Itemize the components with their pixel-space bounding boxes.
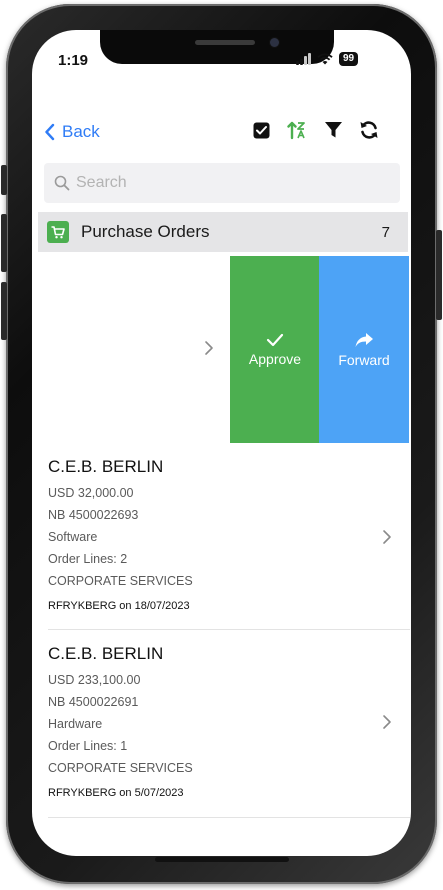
row-divider <box>48 817 410 818</box>
select-all-button[interactable] <box>250 119 272 141</box>
order-number: NB 4500022691 <box>48 695 139 709</box>
refresh-icon <box>360 121 378 139</box>
order-amount: USD 32,000.00 <box>48 486 134 500</box>
approve-label: Approve <box>248 350 302 367</box>
checkbox-icon <box>253 122 269 138</box>
silent-switch <box>1 165 7 195</box>
forward-button[interactable]: Forward <box>319 256 409 443</box>
section-header: Purchase Orders 7 <box>38 212 408 252</box>
order-requester: RFRYKBERG on 5/07/2023 <box>48 787 184 799</box>
forward-label: Forward <box>338 351 390 368</box>
signal-icon <box>296 53 311 65</box>
order-lines: Order Lines: 2 <box>48 552 128 566</box>
order-card[interactable]: C.E.B. BERLIN USD 233,100.00 NB 45000226… <box>38 630 410 818</box>
sort-icon <box>287 121 305 140</box>
wifi-icon <box>317 53 333 65</box>
status-time: 1:19 <box>58 52 89 69</box>
order-number: NB 4500022693 <box>48 508 139 522</box>
swiped-order-row[interactable]: Approve Forward <box>38 256 410 443</box>
checkmark-icon <box>266 333 284 346</box>
chevron-right-icon <box>383 530 391 544</box>
search-icon <box>54 175 70 191</box>
filter-icon <box>324 122 342 138</box>
sort-button[interactable] <box>286 119 308 141</box>
forward-arrow-icon <box>355 332 373 347</box>
order-category: Software <box>48 530 98 544</box>
chevron-right-icon <box>383 715 391 729</box>
company-name: C.E.B. BERLIN <box>48 644 164 663</box>
volume-down-button <box>1 282 7 340</box>
status-icons: 99 <box>296 52 359 66</box>
order-amount: USD 233,100.00 <box>48 673 141 687</box>
toolbar <box>250 119 380 141</box>
company-name: C.E.B. BERLIN <box>48 457 164 476</box>
home-indicator[interactable] <box>155 857 289 862</box>
refresh-button[interactable] <box>358 119 380 141</box>
section-title: Purchase Orders <box>81 222 210 241</box>
front-camera <box>270 38 279 47</box>
section-count: 7 <box>381 223 390 241</box>
power-button <box>436 230 442 320</box>
approve-button[interactable]: Approve <box>230 256 320 443</box>
order-category: Hardware <box>48 717 103 731</box>
chevron-left-icon <box>45 123 55 141</box>
speaker <box>195 40 255 45</box>
filter-button[interactable] <box>322 119 344 141</box>
order-department: CORPORATE SERVICES <box>48 761 193 775</box>
volume-up-button <box>1 214 7 272</box>
order-lines: Order Lines: 1 <box>48 739 128 753</box>
back-button[interactable]: Back <box>44 122 100 142</box>
order-card[interactable]: C.E.B. BERLIN USD 32,000.00 NB 450002269… <box>38 443 410 630</box>
order-department: CORPORATE SERVICES <box>48 574 193 588</box>
order-requester: RFRYKBERG on 18/07/2023 <box>48 600 190 612</box>
battery-icon: 99 <box>339 52 359 66</box>
search-input[interactable] <box>74 173 378 193</box>
search-bar[interactable] <box>44 163 400 203</box>
chevron-right-icon <box>205 341 213 355</box>
cart-icon <box>47 221 69 243</box>
back-label: Back <box>62 122 100 141</box>
